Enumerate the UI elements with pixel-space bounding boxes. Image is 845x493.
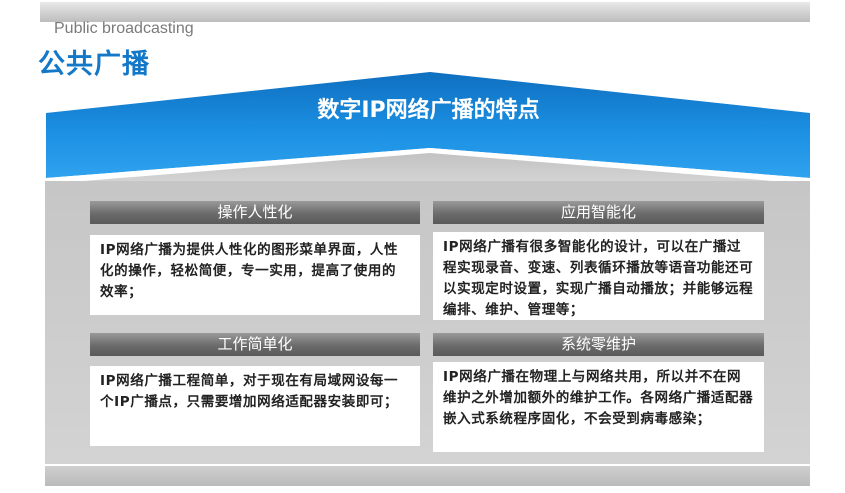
- feature-description: IP网络广播工程简单，对于现在有局域网设每一个IP广播点，只需要增加网络适配器安…: [90, 366, 420, 446]
- bottom-decor-bar: [45, 466, 810, 486]
- feature-heading: 工作简单化: [90, 333, 420, 356]
- feature-description: IP网络广播为提供人性化的图形菜单界面，人性化的操作，轻松简便，专一实用，提高了…: [90, 235, 420, 315]
- feature-heading: 操作人性化: [90, 201, 420, 224]
- feature-description: IP网络广播有很多智能化的设计，可以在广播过程实现录音、变速、列表循环播放等语音…: [433, 232, 764, 320]
- feature-heading: 系统零维护: [433, 333, 764, 356]
- feature-heading: 应用智能化: [433, 201, 764, 224]
- feature-description: IP网络广播在物理上与网络共用，所以并不在网维护之外增加额外的维护工作。各网络广…: [433, 362, 764, 452]
- banner-title: 数字IP网络广播的特点: [317, 98, 540, 123]
